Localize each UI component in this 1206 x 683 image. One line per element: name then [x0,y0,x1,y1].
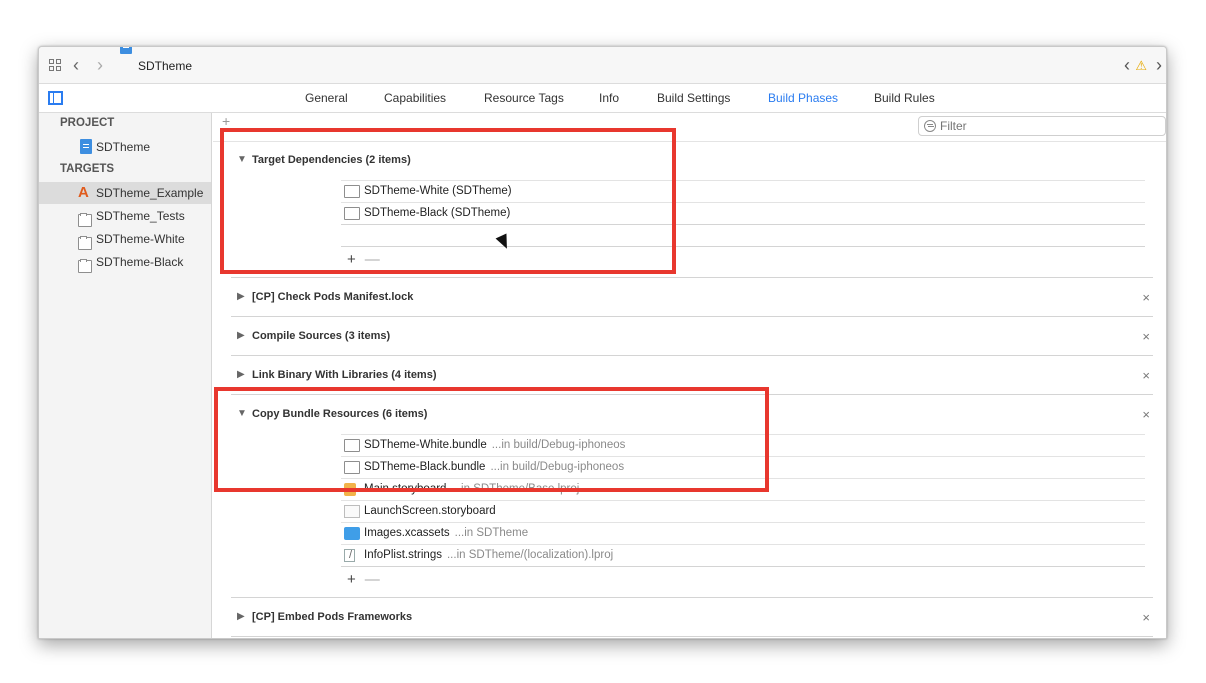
phase-title: [CP] Check Pods Manifest.lock [252,291,414,303]
xcode-window: ‹ › SDTheme ‹ ⚠ › General Capabilities R… [38,46,1167,639]
delete-phase-icon[interactable]: × [1142,329,1150,344]
tab-general[interactable]: General [305,91,348,105]
storyboard-file-icon [344,505,360,518]
disclosure-collapsed-icon[interactable]: ▶ [237,291,245,302]
sidebar-item-target-tests[interactable]: SDTheme_Tests [39,205,211,227]
filter-field[interactable] [918,116,1166,136]
divider [341,566,1145,567]
delete-phase-icon[interactable]: × [1142,610,1150,625]
filter-icon [924,120,936,132]
app-target-icon: A [78,184,89,201]
delete-phase-icon[interactable]: × [1142,368,1150,383]
tab-build-phases[interactable]: Build Phases [768,91,838,105]
sidebar-item-target-white[interactable]: SDTheme-White [39,228,211,250]
phase-link-binary[interactable]: ▶ Link Binary With Libraries (4 items) × [231,356,1153,395]
bundle-target-icon [344,207,360,220]
forward-arrow-icon[interactable]: › [97,47,103,84]
resources-add-remove: + — [347,571,380,588]
disclosure-collapsed-icon[interactable]: ▶ [237,330,245,341]
disclosure-collapsed-icon[interactable]: ▶ [237,611,245,622]
add-item-button[interactable]: + [347,571,356,588]
project-targets-sidebar: PROJECT SDTheme TARGETS A SDTheme_Exampl… [39,113,212,638]
phase-title: [CP] Embed Pods Frameworks [252,611,413,623]
previous-issue-icon[interactable]: ‹ [1124,47,1130,84]
phase-title: Target Dependencies (2 items) [252,154,411,166]
warning-icon[interactable]: ⚠ [1135,47,1147,84]
tab-capabilities[interactable]: Capabilities [384,91,446,105]
phase-copy-bundle-resources[interactable]: ▼ Copy Bundle Resources (6 items) × [231,395,1153,434]
phase-check-pods[interactable]: ▶ [CP] Check Pods Manifest.lock × [231,278,1153,317]
build-phases-editor: + ▼ Target Dependencies (2 items) SDThem… [213,113,1166,638]
phase-target-dependencies[interactable]: ▼ Target Dependencies (2 items) [231,141,1153,180]
phase-title: Copy Bundle Resources (6 items) [252,408,428,420]
disclosure-expanded-icon[interactable]: ▼ [237,154,247,165]
divider [231,636,1153,637]
bundle-icon [344,439,360,452]
list-item[interactable]: SDTheme-White (SDTheme) [341,180,1145,202]
add-item-button[interactable]: + [347,251,356,268]
list-item[interactable]: LaunchScreen.storyboard [341,500,1145,522]
editor-tab-bar: General Capabilities Resource Tags Info … [39,84,1166,113]
delete-phase-icon[interactable]: × [1142,290,1150,305]
tab-resource-tags[interactable]: Resource Tags [484,91,564,105]
sidebar-item-target-black[interactable]: SDTheme-Black [39,251,211,273]
related-items-icon[interactable] [49,47,63,84]
tab-build-settings[interactable]: Build Settings [657,91,730,105]
tab-build-rules[interactable]: Build Rules [874,91,935,105]
add-build-phase-button[interactable]: + [222,113,230,129]
targets-header: TARGETS [60,163,115,175]
bundle-icon [344,461,360,474]
jump-bar: ‹ › SDTheme ‹ ⚠ › [39,47,1166,84]
list-item[interactable]: InfoPlist.strings...in SDTheme/(localiza… [341,544,1145,566]
delete-phase-icon[interactable]: × [1142,407,1150,422]
disclosure-expanded-icon[interactable]: ▼ [237,408,247,419]
project-file-icon [80,139,92,154]
asset-catalog-icon [344,527,360,540]
list-item[interactable]: Images.xcassets ...in SDTheme [341,522,1145,544]
breadcrumb-project[interactable]: SDTheme [138,47,192,84]
disclosure-collapsed-icon[interactable]: ▶ [237,369,245,380]
dependency-add-remove: + — [347,251,380,268]
list-item[interactable]: SDTheme-Black.bundle ...in build/Debug-ip… [341,456,1145,478]
phase-compile-sources[interactable]: ▶ Compile Sources (3 items) × [231,317,1153,356]
sidebar-toggle-icon[interactable] [48,91,63,105]
tab-info[interactable]: Info [599,91,619,105]
filter-input[interactable] [940,119,1160,133]
sidebar-item-project[interactable]: SDTheme [39,136,211,158]
sidebar-item-target-example[interactable]: A SDTheme_Example [39,182,211,204]
strings-file-icon [344,549,355,562]
list-item[interactable]: SDTheme-Black (SDTheme) [341,202,1145,224]
phase-embed-pods[interactable]: ▶ [CP] Embed Pods Frameworks × [231,598,1153,637]
list-item[interactable]: SDTheme-White.bundle ...in build/Debug-ip… [341,434,1145,456]
bundle-target-icon [344,185,360,198]
bundle-target-icon [78,258,92,273]
phase-title: Link Binary With Libraries (4 items) [252,369,437,381]
phase-title: Compile Sources (3 items) [252,330,391,342]
divider [341,224,1145,225]
remove-item-button[interactable]: — [365,571,380,588]
divider [341,246,1145,247]
project-header: PROJECT [60,117,115,129]
list-item[interactable]: Main.storyboard ...in SDTheme/Base.lproj [341,478,1145,500]
remove-item-button[interactable]: — [365,251,380,268]
bundle-target-icon [78,212,92,227]
bundle-target-icon [78,235,92,250]
back-arrow-icon[interactable]: ‹ [73,47,79,84]
storyboard-icon [344,483,356,496]
next-issue-icon[interactable]: › [1156,47,1162,84]
